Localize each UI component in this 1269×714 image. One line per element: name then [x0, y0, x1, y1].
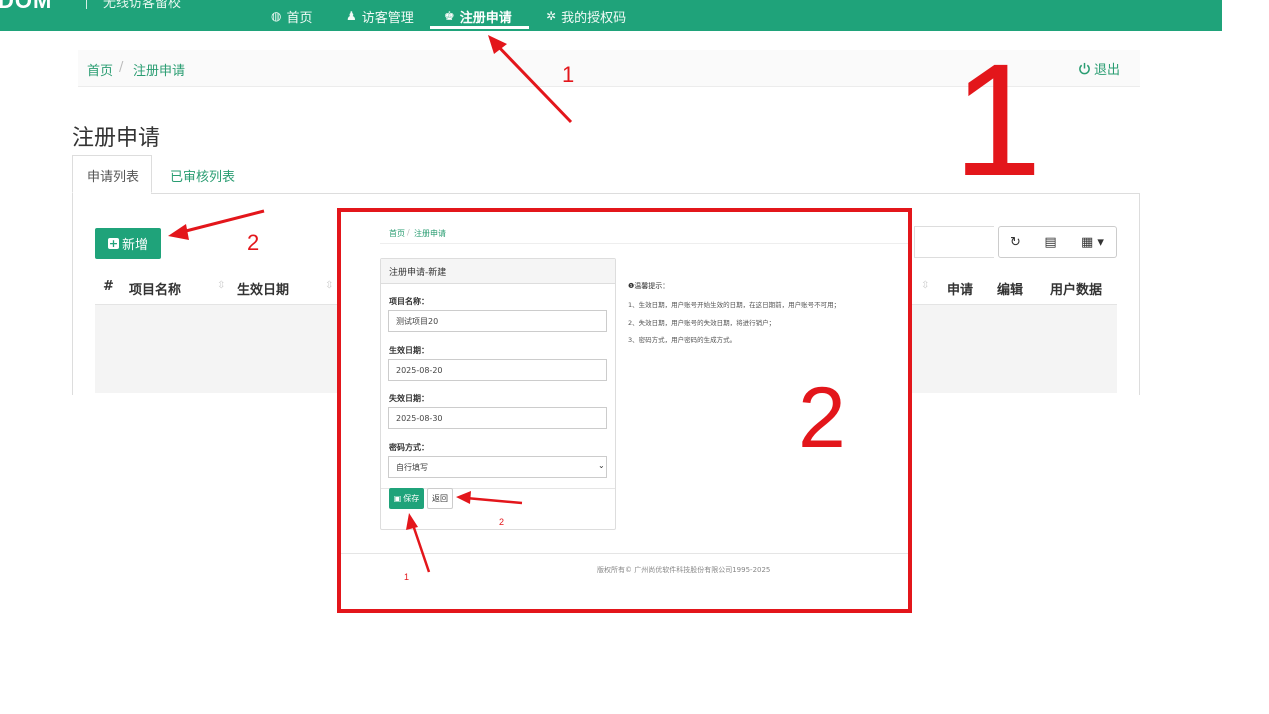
arrow-to-back-button [456, 491, 523, 505]
annotation-arrows [168, 35, 573, 573]
arrow-to-nav [488, 35, 573, 124]
arrow-to-new-button [168, 209, 265, 240]
arrow-to-save-button [406, 513, 431, 573]
